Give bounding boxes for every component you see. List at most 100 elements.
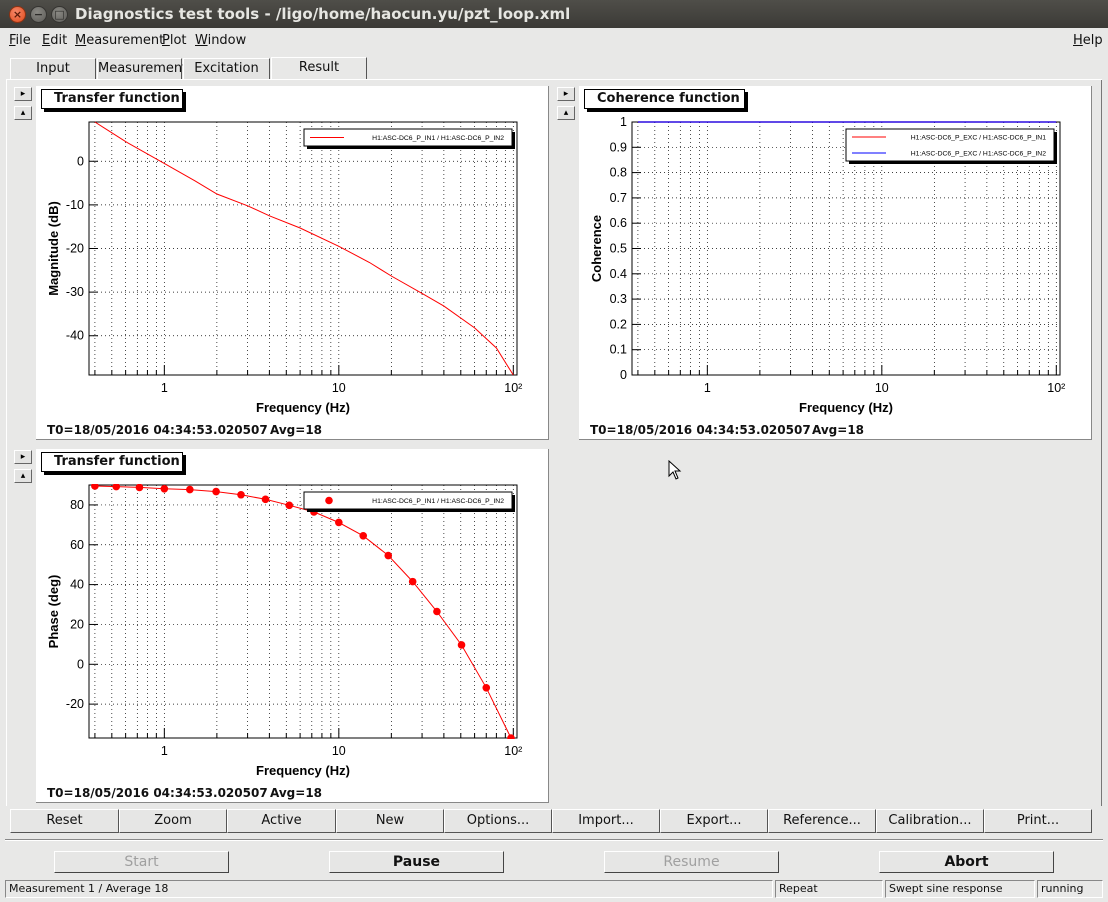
tab-excitation[interactable]: Excitation bbox=[183, 58, 270, 79]
data-point bbox=[408, 577, 417, 586]
tab-panel-border-right bbox=[1101, 80, 1102, 806]
export-button[interactable]: Export... bbox=[660, 809, 768, 833]
x-axis-label: Frequency (Hz) bbox=[799, 400, 893, 415]
menu-help[interactable]: Help bbox=[1073, 33, 1103, 48]
y-tick-label: 0.3 bbox=[610, 292, 627, 306]
menubar: File Edit Measurement Plot Window Help bbox=[0, 31, 1108, 51]
coherence-chart[interactable]: 0 0.1 0.2 0.3 0.4 0.5 0.6 0.7 0.8 0.9 1 1 10 10² Frequ… bbox=[579, 86, 1092, 440]
import-button[interactable]: Import... bbox=[552, 809, 660, 833]
calibration-button[interactable]: Calibration... bbox=[876, 809, 984, 833]
active-button[interactable]: Active bbox=[227, 809, 336, 833]
data-point bbox=[112, 484, 121, 491]
series-group bbox=[91, 484, 515, 739]
series-line-1 bbox=[94, 485, 512, 739]
menu-plot[interactable]: Plot bbox=[162, 33, 187, 48]
data-point bbox=[135, 484, 144, 492]
status-repeat: Repeat bbox=[775, 880, 883, 898]
abort-button[interactable]: Abort bbox=[879, 851, 1054, 873]
minimize-window-button[interactable]: − bbox=[30, 6, 47, 23]
phase-chart[interactable]: 80 60 40 20 0 -20 1 10 10² Frequency (Hz) Phase (d… bbox=[36, 449, 549, 803]
pad2-collapse-arrow[interactable]: ▴ bbox=[557, 106, 575, 120]
maximize-window-button[interactable]: □ bbox=[51, 6, 68, 23]
magnitude-plot-pad[interactable]: 0 -10 -20 -30 -40 1 10 10² Frequency (Hz) Magnitu… bbox=[36, 86, 549, 440]
data-point bbox=[285, 501, 294, 510]
data-point bbox=[359, 531, 368, 540]
separator-line-highlight bbox=[5, 840, 1103, 841]
menu-file[interactable]: File bbox=[9, 33, 31, 48]
x-tick-label: 10² bbox=[1047, 381, 1065, 395]
window-titlebar: × − □ Diagnostics test tools - /ligo/hom… bbox=[0, 0, 1108, 28]
legend-label: H1:ASC-DC6_P_EXC / H1:ASC-DC6_P_IN2 bbox=[911, 151, 1046, 158]
chart-grid bbox=[89, 485, 517, 738]
magnitude-avg: Avg=18 bbox=[270, 423, 323, 437]
menu-window[interactable]: Window bbox=[195, 33, 246, 48]
coherence-plot-pad[interactable]: 0 0.1 0.2 0.3 0.4 0.5 0.6 0.7 0.8 0.9 1 1 10 10² Frequ… bbox=[579, 86, 1092, 440]
resume-button[interactable]: Resume bbox=[604, 851, 779, 873]
y-tick-label: 0.8 bbox=[610, 166, 627, 180]
status-message: Measurement 1 / Average 18 bbox=[5, 880, 773, 898]
pad3-expand-arrow[interactable]: ▸ bbox=[14, 450, 32, 464]
y-tick-label: 0.7 bbox=[610, 191, 627, 205]
y-tick-label: -10 bbox=[66, 198, 84, 212]
chart-grid bbox=[89, 122, 517, 375]
phase-plot-pad[interactable]: 80 60 40 20 0 -20 1 10 10² Frequency (Hz) Phase (d… bbox=[36, 449, 549, 803]
x-axis-label: Frequency (Hz) bbox=[256, 763, 350, 778]
legend-label: H1:ASC-DC6_P_EXC / H1:ASC-DC6_P_IN1 bbox=[911, 135, 1046, 142]
y-tick-label: 0.4 bbox=[610, 267, 627, 281]
data-point bbox=[457, 641, 466, 649]
tab-result[interactable]: Result bbox=[271, 57, 367, 79]
pad3-collapse-arrow[interactable]: ▴ bbox=[14, 469, 32, 483]
close-window-button[interactable]: × bbox=[9, 6, 26, 23]
coherence-pad-title: Coherence function bbox=[584, 89, 745, 109]
pause-button[interactable]: Pause bbox=[329, 851, 504, 873]
menu-measurement[interactable]: Measurement bbox=[75, 33, 164, 48]
pad1-expand-arrow[interactable]: ▸ bbox=[14, 87, 32, 101]
y-tick-label: -20 bbox=[66, 242, 84, 256]
y-tick-label: 0.5 bbox=[610, 242, 627, 256]
x-tick-label: 1 bbox=[704, 381, 711, 395]
start-button[interactable]: Start bbox=[54, 851, 229, 873]
y-tick-label: -40 bbox=[66, 329, 84, 343]
legend-marker bbox=[325, 496, 333, 505]
legend-label: H1:ASC-DC6_P_IN1 / H1:ASC-DC6_P_IN2 bbox=[372, 135, 504, 142]
new-button[interactable]: New bbox=[336, 809, 444, 833]
data-point bbox=[335, 518, 343, 527]
data-point bbox=[237, 490, 245, 499]
x-tick-label: 10² bbox=[504, 744, 522, 758]
x-tick-label: 1 bbox=[161, 744, 168, 758]
phase-pad-title: Transfer function bbox=[41, 452, 183, 472]
menu-edit[interactable]: Edit bbox=[42, 33, 67, 48]
y-tick-label: 0.2 bbox=[610, 317, 627, 331]
pad1-collapse-arrow[interactable]: ▴ bbox=[14, 106, 32, 120]
y-tick-label: 40 bbox=[70, 578, 84, 592]
magnitude-chart[interactable]: 0 -10 -20 -30 -40 1 10 10² Frequency (Hz) Magnitu… bbox=[36, 86, 549, 440]
plot-frame bbox=[88, 484, 518, 739]
y-tick-label: 0 bbox=[77, 154, 84, 168]
y-tick-label: 60 bbox=[70, 538, 84, 552]
y-tick-label: 20 bbox=[70, 617, 84, 631]
reference-button[interactable]: Reference... bbox=[768, 809, 876, 833]
data-point bbox=[91, 484, 99, 490]
tab-input[interactable]: Input bbox=[10, 58, 96, 79]
print-button[interactable]: Print... bbox=[984, 809, 1092, 833]
x-axis-label: Frequency (Hz) bbox=[256, 400, 350, 415]
status-state: running bbox=[1037, 880, 1103, 898]
data-point bbox=[384, 551, 393, 560]
y-tick-label: 1 bbox=[620, 115, 627, 129]
y-tick-label: 0.6 bbox=[610, 216, 627, 230]
coherence-avg: Avg=18 bbox=[812, 423, 865, 437]
data-point bbox=[160, 484, 169, 493]
zoom-button[interactable]: Zoom bbox=[119, 809, 227, 833]
pad2-expand-arrow[interactable]: ▸ bbox=[557, 87, 575, 101]
legend-label: H1:ASC-DC6_P_IN1 / H1:ASC-DC6_P_IN2 bbox=[372, 498, 504, 505]
y-tick-label: 80 bbox=[70, 498, 84, 512]
reset-button[interactable]: Reset bbox=[10, 809, 119, 833]
x-tick-label: 10 bbox=[332, 381, 346, 395]
magnitude-t0: T0=18/05/2016 04:34:53.020507 bbox=[47, 423, 268, 437]
tab-measurement[interactable]: Measurement bbox=[97, 58, 187, 79]
tab-panel-border-left bbox=[6, 80, 7, 806]
options-button[interactable]: Options... bbox=[444, 809, 552, 833]
y-axis-label: Phase (deg) bbox=[46, 575, 61, 649]
data-point bbox=[482, 683, 491, 692]
phase-avg: Avg=18 bbox=[270, 786, 323, 800]
